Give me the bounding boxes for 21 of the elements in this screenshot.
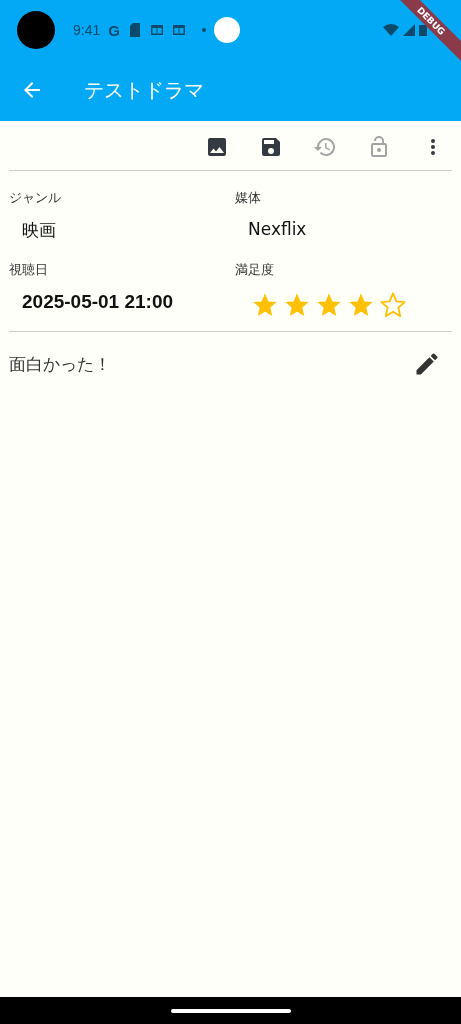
app-bar-title: テストドラマ (84, 76, 204, 104)
note-text: 面白かった！ (9, 352, 111, 376)
field-label: 媒体 (235, 189, 262, 207)
window-icon (171, 23, 186, 37)
window-icon (149, 23, 164, 37)
status-google-glyph: G (108, 21, 120, 39)
field-label: ジャンル (9, 189, 62, 207)
field-value: Nexflix (247, 219, 308, 241)
home-handle[interactable] (170, 1008, 291, 1013)
camera-cutout (17, 11, 55, 49)
save-icon[interactable] (259, 135, 283, 159)
status-circle-indicator (213, 17, 240, 43)
sd-card-icon (127, 23, 142, 37)
field-label: 視聴日 (9, 261, 49, 279)
notification-dot (201, 28, 206, 32)
empty-star-icon[interactable] (379, 291, 407, 319)
image-icon[interactable] (205, 135, 229, 159)
field-label: 満足度 (235, 261, 275, 279)
field-value: 映画 (21, 219, 57, 242)
field-value: 2025-05-01 21:00 (21, 291, 175, 314)
status-time: 9:41 (73, 22, 101, 38)
